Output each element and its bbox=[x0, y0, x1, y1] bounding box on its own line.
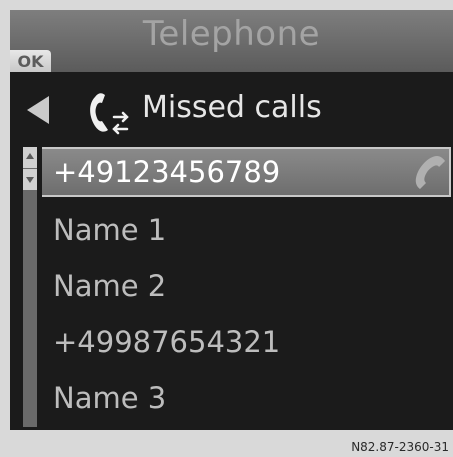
list-item-label: Name 2 bbox=[53, 269, 167, 303]
phone-handset-icon[interactable] bbox=[409, 152, 449, 192]
list-item-3[interactable]: Name 2 bbox=[42, 261, 451, 311]
back-arrow-icon[interactable] bbox=[27, 96, 49, 124]
header-label: Missed calls bbox=[142, 90, 322, 125]
missed-calls-icon bbox=[90, 93, 129, 135]
missed-calls-header: Missed calls bbox=[10, 82, 453, 142]
screen-title: Telephone bbox=[142, 14, 321, 54]
list-item-label: Name 3 bbox=[53, 381, 167, 415]
list-item-label: +49987654321 bbox=[53, 325, 281, 359]
list-item-4[interactable]: +49987654321 bbox=[42, 317, 451, 367]
scroll-up-icon[interactable] bbox=[23, 147, 37, 168]
telephone-screen: Telephone OK Missed calls +49123456789 N… bbox=[10, 10, 453, 430]
list-item-1[interactable]: +49123456789 bbox=[42, 147, 451, 197]
list-item-2[interactable]: Name 1 bbox=[42, 205, 451, 255]
list-item-5[interactable]: Name 3 bbox=[42, 373, 451, 423]
scroll-down-icon[interactable] bbox=[23, 169, 37, 190]
ok-button[interactable]: OK bbox=[10, 50, 51, 72]
list-item-label: Name 1 bbox=[53, 213, 167, 247]
list-item-label: +49123456789 bbox=[53, 155, 281, 189]
figure-code: N82.87-2360-31 bbox=[351, 440, 449, 454]
missed-calls-list: +49123456789 Name 1 Name 2 +49987654321 … bbox=[10, 144, 453, 430]
title-bar: Telephone OK bbox=[10, 10, 453, 72]
scrollbar[interactable] bbox=[23, 147, 37, 427]
